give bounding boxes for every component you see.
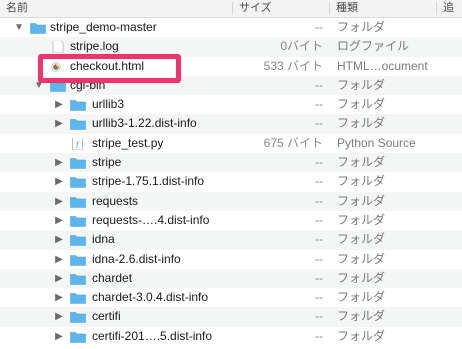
column-header: 名前 サイズ 種類 追 xyxy=(0,0,462,18)
file-kind: フォルダ xyxy=(337,309,386,324)
file-row[interactable]: ▶ idna -- フォルダ xyxy=(0,230,462,250)
file-size: -- xyxy=(315,290,323,305)
file-name: chardet xyxy=(92,270,133,285)
file-name: stripe xyxy=(92,155,122,170)
file-size: 533 バイト xyxy=(263,58,323,73)
file-name: idna xyxy=(92,232,115,247)
disclosure-collapsed-icon[interactable]: ▶ xyxy=(54,95,64,114)
file-kind: ログファイル xyxy=(337,39,410,54)
file-row[interactable]: ▶ idna-2.6.dist-info -- フォルダ xyxy=(0,250,462,269)
file-name: idna-2.6.dist-info xyxy=(92,251,181,266)
disclosure-collapsed-icon[interactable]: ▶ xyxy=(54,250,64,269)
file-row[interactable]: ▶ certifi -- フォルダ xyxy=(0,307,462,327)
svg-text:ƒ: ƒ xyxy=(76,139,80,148)
file-row[interactable]: ▶ certifi-201….5.dist-info -- フォルダ xyxy=(0,327,462,346)
file-kind: Python Source xyxy=(337,135,416,150)
file-row[interactable]: ▼ stripe_demo-master -- フォルダ xyxy=(0,18,462,37)
file-name: chardet-3.0.4.dist-info xyxy=(92,290,209,305)
file-kind: フォルダ xyxy=(337,97,386,112)
file-row[interactable]: ▶ chardet -- フォルダ xyxy=(0,268,462,289)
disclosure-collapsed-icon[interactable]: ▶ xyxy=(54,153,64,172)
disclosure-collapsed-icon[interactable]: ▶ xyxy=(54,288,64,307)
file-size: -- xyxy=(315,20,323,34)
file-kind: フォルダ xyxy=(337,116,386,131)
file-kind: フォルダ xyxy=(337,232,386,247)
file-size: -- xyxy=(315,309,323,324)
disclosure-collapsed-icon[interactable]: ▶ xyxy=(54,230,64,249)
file-size: -- xyxy=(315,193,323,208)
file-row[interactable]: ▶ stripe -- フォルダ xyxy=(0,153,462,173)
disclosure-collapsed-icon[interactable]: ▶ xyxy=(54,269,64,288)
file-kind: フォルダ xyxy=(337,212,386,227)
file-name: stripe-1.75.1.dist-info xyxy=(92,174,205,189)
file-name: certifi-201….5.dist-info xyxy=(92,328,213,343)
file-kind: HTML…ocument xyxy=(337,58,428,73)
column-size-header[interactable]: サイズ xyxy=(233,0,329,17)
file-name: urllib3 xyxy=(92,97,125,112)
file-row[interactable]: ▶ urllib3-1.22.dist-info -- フォルダ xyxy=(0,114,462,134)
column-kind-header[interactable]: 種類 xyxy=(330,0,436,17)
file-kind: フォルダ xyxy=(337,174,386,189)
file-size: 0バイト xyxy=(280,39,323,54)
file-kind: フォルダ xyxy=(337,251,386,266)
file-name: certifi xyxy=(92,309,121,324)
file-size: -- xyxy=(315,116,323,131)
file-row[interactable]: ▶ chardet-3.0.4.dist-info -- フォルダ xyxy=(0,288,462,307)
file-size: -- xyxy=(315,328,323,343)
file-row[interactable]: ▶ requests-….4.dist-info -- フォルダ xyxy=(0,211,462,230)
disclosure-collapsed-icon[interactable]: ▶ xyxy=(54,192,64,211)
file-row[interactable]: ƒ stripe_test.py 675 バイト Python Source xyxy=(0,134,462,153)
disclosure-collapsed-icon[interactable]: ▶ xyxy=(54,327,64,346)
highlight-annotation xyxy=(38,54,181,83)
disclosure-expanded-icon[interactable]: ▼ xyxy=(14,18,24,37)
file-size: 675 バイト xyxy=(263,135,323,150)
file-kind: フォルダ xyxy=(337,328,386,343)
file-row[interactable]: ▶ urllib3 -- フォルダ xyxy=(0,95,462,114)
file-name: stripe_test.py xyxy=(92,135,164,150)
file-size: -- xyxy=(315,270,323,285)
column-extra-header[interactable]: 追 xyxy=(437,0,462,17)
disclosure-collapsed-icon[interactable]: ▶ xyxy=(54,211,64,230)
disclosure-collapsed-icon[interactable]: ▶ xyxy=(54,307,64,326)
file-size: -- xyxy=(315,212,323,227)
file-size: -- xyxy=(315,155,323,170)
file-kind: フォルダ xyxy=(337,77,386,92)
file-size: -- xyxy=(315,232,323,247)
file-row[interactable]: ▶ stripe-1.75.1.dist-info -- フォルダ xyxy=(0,172,462,191)
file-size: -- xyxy=(315,174,323,189)
column-name-header[interactable]: 名前 xyxy=(0,0,232,17)
file-name: requests-….4.dist-info xyxy=(92,212,210,227)
disclosure-collapsed-icon[interactable]: ▶ xyxy=(54,172,64,191)
file-kind: フォルダ xyxy=(337,20,386,34)
file-kind: フォルダ xyxy=(337,193,386,208)
file-size: -- xyxy=(315,251,323,266)
file-kind: フォルダ xyxy=(337,270,386,285)
file-kind: フォルダ xyxy=(337,155,386,170)
file-kind: フォルダ xyxy=(337,290,386,305)
file-name: requests xyxy=(92,193,139,208)
file-name: urllib3-1.22.dist-info xyxy=(92,116,197,131)
file-size: -- xyxy=(315,97,323,112)
file-row[interactable]: ▶ requests -- フォルダ xyxy=(0,191,462,211)
file-name: stripe_demo-master xyxy=(50,20,157,34)
file-size: -- xyxy=(315,77,323,92)
disclosure-collapsed-icon[interactable]: ▶ xyxy=(54,114,64,133)
